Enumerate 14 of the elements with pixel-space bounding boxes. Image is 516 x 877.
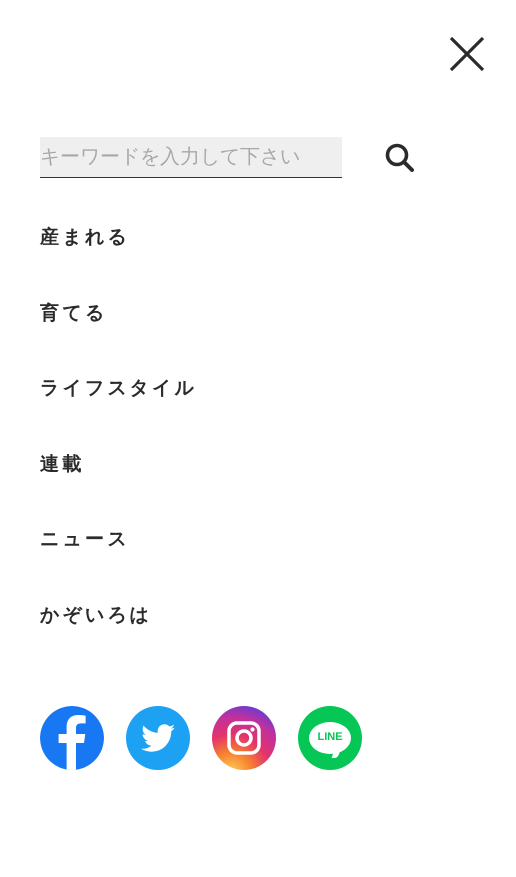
menu-link[interactable]: ニュース: [40, 526, 130, 602]
menu-link[interactable]: 連載: [40, 450, 85, 526]
close-icon: [449, 37, 485, 71]
menu-link[interactable]: かぞいろは: [40, 602, 152, 678]
instagram-icon[interactable]: [212, 706, 276, 770]
close-button[interactable]: [448, 36, 486, 72]
search-icon: [384, 142, 416, 174]
search-field[interactable]: キーワードを入力して下さい: [40, 137, 342, 178]
twitter-icon[interactable]: [126, 706, 190, 770]
facebook-icon[interactable]: [40, 706, 104, 770]
menu-link[interactable]: ライフスタイル: [40, 375, 197, 451]
menu-link[interactable]: 育てる: [40, 300, 108, 376]
line-logo-text: LINE: [317, 732, 343, 744]
menu-link[interactable]: 産まれる: [40, 224, 130, 300]
